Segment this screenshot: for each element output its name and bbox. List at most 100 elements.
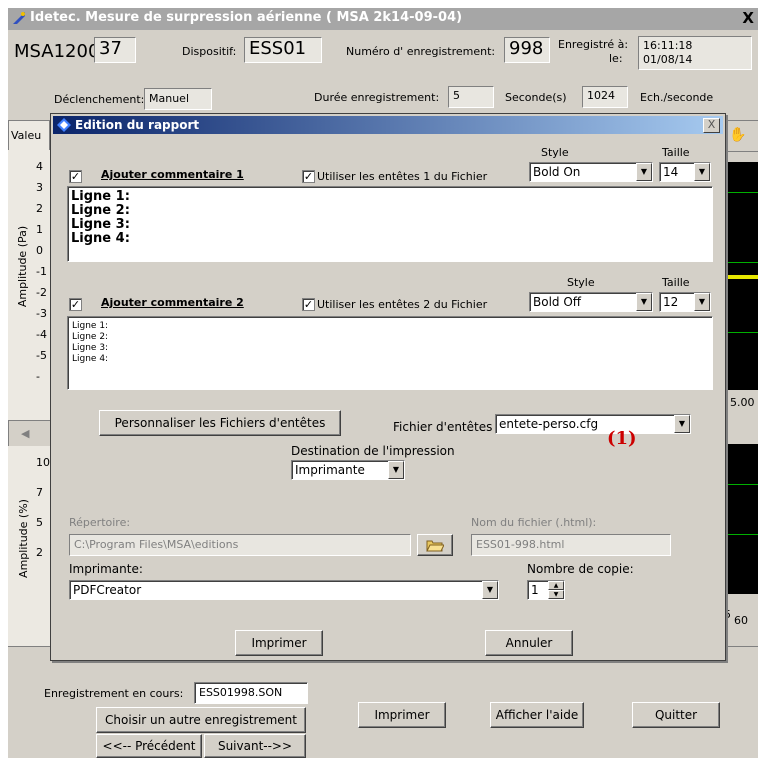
comment-line: Ligne 4:: [72, 354, 109, 364]
copies-stepper[interactable]: 1 ▲ ▼: [527, 580, 565, 600]
use-headers-2-checkbox[interactable]: ✓: [302, 298, 315, 311]
tick-label: -2: [36, 286, 47, 299]
chevron-down-icon[interactable]: ▼: [388, 461, 404, 479]
help-button[interactable]: Afficher l'aide: [490, 702, 584, 728]
msa-label: MSA1200:: [14, 41, 106, 62]
tick-label: 10: [36, 456, 50, 469]
footer-print-button[interactable]: Imprimer: [358, 702, 446, 728]
cancel-button[interactable]: Annuler: [485, 630, 573, 656]
scroll-left-button[interactable]: ◀: [8, 420, 52, 448]
duration-label: Durée enregistrement:: [314, 91, 440, 104]
chevron-down-icon[interactable]: ▼: [694, 293, 710, 311]
values-tab[interactable]: Valeu: [8, 120, 50, 152]
comment-line: Ligne 4:: [71, 231, 130, 246]
printer-select[interactable]: PDFCreator ▼: [69, 580, 499, 600]
top-plot-axis: Amplitude (Pa) 4 3 2 1 0 -1 -2 -3 -4 -5 -: [8, 150, 50, 420]
filename-label: Nom du fichier (.html):: [471, 516, 597, 529]
chevron-down-icon[interactable]: ▼: [548, 590, 564, 599]
tick-label: -: [36, 370, 40, 383]
current-record-value: ESS01998.SON: [194, 682, 308, 704]
use-headers-1-checkbox[interactable]: ✓: [302, 170, 315, 183]
record-number-value: 998: [504, 37, 550, 63]
chevron-down-icon[interactable]: ▼: [636, 163, 652, 181]
app-icon: [13, 12, 25, 24]
size-label-1: Taille: [662, 146, 690, 159]
quit-button[interactable]: Quitter: [632, 702, 720, 728]
window-title: Idetec. Mesure de surpression aérienne (…: [30, 10, 463, 25]
chevron-up-icon[interactable]: ▲: [548, 581, 564, 590]
top-plot-canvas: [724, 162, 758, 390]
chevron-down-icon[interactable]: ▼: [482, 581, 498, 599]
directory-label: Répertoire:: [69, 516, 131, 529]
use-headers-1-label[interactable]: Utiliser les entêtes 1 du Fichier: [317, 170, 487, 183]
recorded-on-label: le:: [609, 52, 623, 65]
tick-label: 1: [36, 223, 43, 236]
trigger-value: Manuel: [144, 88, 212, 110]
chevron-down-icon[interactable]: ▼: [636, 293, 652, 311]
dialog-close-button[interactable]: X: [703, 118, 720, 133]
msa-value: 37: [94, 37, 136, 63]
comment-line: Ligne 1:: [71, 189, 130, 204]
bottom-ylabel: Amplitude (%): [16, 499, 30, 578]
recorded-at-label: Enregistré à:: [558, 38, 629, 51]
folder-icon: [426, 540, 444, 552]
hand-icon[interactable]: ✋: [729, 127, 746, 143]
header-file-select[interactable]: entete-perso.cfg ▼: [495, 414, 691, 434]
destination-select[interactable]: Imprimante ▼: [291, 460, 405, 480]
right-value-1: 5.00: [730, 396, 755, 409]
dialog-title: Edition du rapport: [75, 118, 200, 132]
samples-label: Ech./seconde: [640, 91, 714, 104]
window-titlebar: Idetec. Mesure de surpression aérienne (…: [8, 8, 758, 30]
chevron-down-icon[interactable]: ▼: [694, 163, 710, 181]
comment1-checkbox[interactable]: ✓: [69, 170, 82, 183]
tick-label: 7: [36, 486, 43, 499]
tick-label: -5: [36, 349, 47, 362]
browse-folder-button[interactable]: [417, 534, 453, 556]
next-button[interactable]: Suivant-->>: [204, 734, 306, 758]
previous-button[interactable]: <<-- Précédent: [96, 734, 202, 758]
style-label-1: Style: [541, 146, 569, 159]
comment2-checkbox[interactable]: ✓: [69, 298, 82, 311]
tick-label: 3: [36, 181, 43, 194]
use-headers-2-label[interactable]: Utiliser les entêtes 2 du Fichier: [317, 298, 487, 311]
tick-label: 0: [36, 244, 43, 257]
size-select-2[interactable]: 12 ▼: [659, 292, 711, 312]
current-record-label: Enregistrement en cours:: [44, 687, 184, 700]
comment2-textarea[interactable]: Ligne 1: Ligne 2: Ligne 3: Ligne 4:: [67, 316, 713, 390]
record-number-label: Numéro d' enregistrement:: [346, 45, 496, 58]
tick-label: 2: [36, 546, 43, 559]
right-value-2: 60: [734, 614, 748, 627]
samples-value: 1024: [582, 86, 628, 108]
style-label-2: Style: [567, 276, 595, 289]
annotation-marker: (1): [607, 428, 637, 449]
comment2-label[interactable]: Ajouter commentaire 2: [101, 296, 244, 309]
tick-label: 2: [36, 202, 43, 215]
report-dialog: Edition du rapport X Style Taille ✓ Ajou…: [50, 113, 726, 661]
copies-label: Nombre de copie:: [527, 562, 634, 576]
comment1-label[interactable]: Ajouter commentaire 1: [101, 168, 244, 181]
dialog-titlebar: Edition du rapport X: [53, 116, 723, 134]
device-value: ESS01: [244, 37, 322, 63]
comment-line: Ligne 2:: [72, 332, 109, 342]
customize-headers-button[interactable]: Personnaliser les Fichiers d'entêtes: [99, 410, 341, 436]
top-ylabel: Amplitude (Pa): [16, 225, 30, 308]
comment-line: Ligne 2:: [71, 203, 130, 218]
choose-record-button[interactable]: Choisir un autre enregistrement: [96, 707, 306, 733]
size-select-1[interactable]: 14 ▼: [659, 162, 711, 182]
signal-trace: [724, 275, 758, 279]
filename-field: ESS01-998.html: [471, 534, 671, 556]
dialog-icon: [57, 118, 71, 132]
comment1-textarea[interactable]: Ligne 1: Ligne 2: Ligne 3: Ligne 4:: [67, 186, 713, 262]
directory-field: C:\Program Files\MSA\editions: [69, 534, 411, 556]
comment-line: Ligne 3:: [72, 343, 109, 353]
style-select-1[interactable]: Bold On ▼: [529, 162, 653, 182]
window-close-button[interactable]: X: [742, 9, 754, 27]
duration-value: 5: [448, 86, 494, 108]
device-label: Dispositif:: [182, 45, 237, 58]
print-button[interactable]: Imprimer: [235, 630, 323, 656]
trigger-label: Déclenchement:: [54, 93, 145, 106]
recorded-datetime: 16:11:18 01/08/14: [638, 36, 752, 70]
tick-label: 5: [36, 516, 43, 529]
chevron-down-icon[interactable]: ▼: [674, 415, 690, 433]
style-select-2[interactable]: Bold Off ▼: [529, 292, 653, 312]
